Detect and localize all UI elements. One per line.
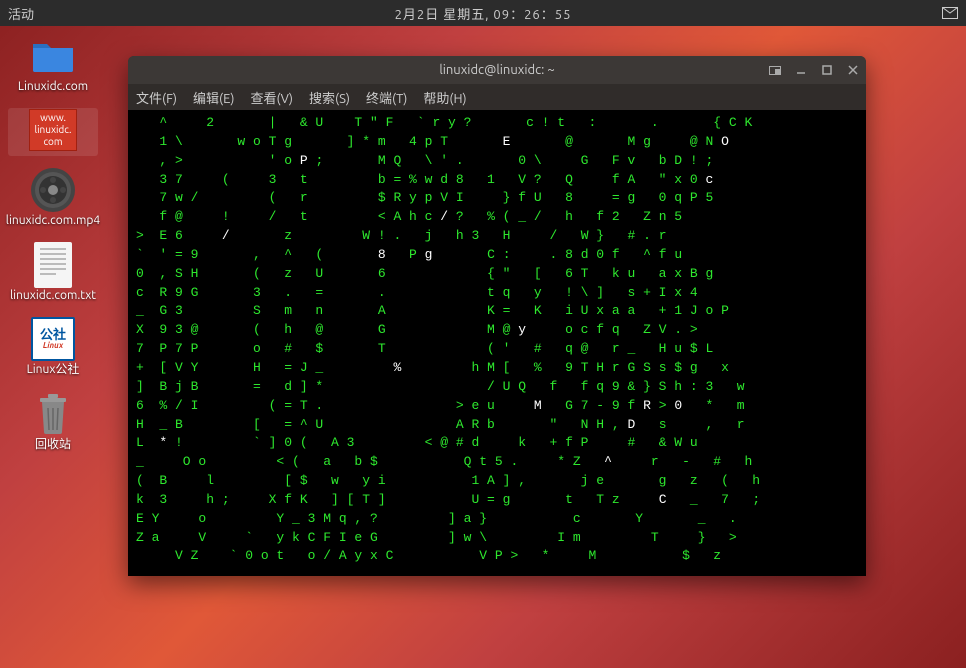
top-panel: 活动 2月2日 星期五, 09：26：55 xyxy=(0,0,966,26)
desktop-icon-0[interactable]: Linuxidc.com xyxy=(8,34,98,96)
desktop-icons-container: Linuxidc.com www. linuxidc. com linuxidc.c… xyxy=(8,34,98,454)
maximize-button[interactable] xyxy=(820,63,834,77)
desktop-icon-5[interactable]: 回收站 xyxy=(8,392,98,454)
window-controls xyxy=(768,63,860,77)
screenshot-indicator-icon xyxy=(768,63,782,77)
window-titlebar[interactable]: linuxidc@linuxidc: ~ xyxy=(128,56,866,84)
folder-icon xyxy=(29,36,77,76)
menu-item-3[interactable]: 搜索(S) xyxy=(309,88,350,107)
desktop-icon-1[interactable]: www. linuxidc. com xyxy=(8,108,98,156)
icon-label: 回收站 xyxy=(35,438,71,452)
text-file-icon xyxy=(29,245,77,285)
datetime-label[interactable]: 2月2日 星期五, 09：26：55 xyxy=(395,4,572,23)
activities-button[interactable]: 活动 xyxy=(8,4,34,23)
desktop[interactable]: Linuxidc.com www. linuxidc. com linuxidc.c… xyxy=(0,26,966,668)
mail-icon[interactable] xyxy=(942,7,958,19)
desktop-icon-2[interactable]: linuxidc.com.mp4 xyxy=(8,168,98,230)
app-logo-icon: 公社Linux xyxy=(29,319,77,359)
video-icon xyxy=(29,170,77,210)
icon-label: Linux公社 xyxy=(27,363,80,377)
menu-item-4[interactable]: 终端(T) xyxy=(366,88,407,107)
trash-icon xyxy=(29,394,77,434)
terminal-window: linuxidc@linuxidc: ~ 文件(F) 编辑(E) 查看(V) 搜索(S… xyxy=(128,56,866,576)
menu-bar: 文件(F) 编辑(E) 查看(V) 搜索(S) 终端(T) 帮助(H) xyxy=(128,84,866,110)
window-title: linuxidc@linuxidc: ~ xyxy=(439,63,554,77)
icon-label: Linuxidc.com xyxy=(18,80,88,94)
icon-label: linuxidc.com.mp4 xyxy=(6,214,100,228)
web-tile-icon: www. linuxidc. com xyxy=(29,110,77,150)
menu-item-0[interactable]: 文件(F) xyxy=(136,88,177,107)
close-button[interactable] xyxy=(846,63,860,77)
terminal-output[interactable]: ^ 2 | & U T " F ` r y ? c ! t : . { C K … xyxy=(128,110,866,576)
menu-item-2[interactable]: 查看(V) xyxy=(251,88,293,107)
menu-item-1[interactable]: 编辑(E) xyxy=(193,88,234,107)
menu-item-5[interactable]: 帮助(H) xyxy=(423,88,466,107)
icon-label: linuxidc.com.txt xyxy=(10,289,96,303)
desktop-icon-3[interactable]: linuxidc.com.txt xyxy=(8,243,98,305)
desktop-icon-4[interactable]: 公社Linux Linux公社 xyxy=(8,317,98,379)
minimize-button[interactable] xyxy=(794,63,808,77)
